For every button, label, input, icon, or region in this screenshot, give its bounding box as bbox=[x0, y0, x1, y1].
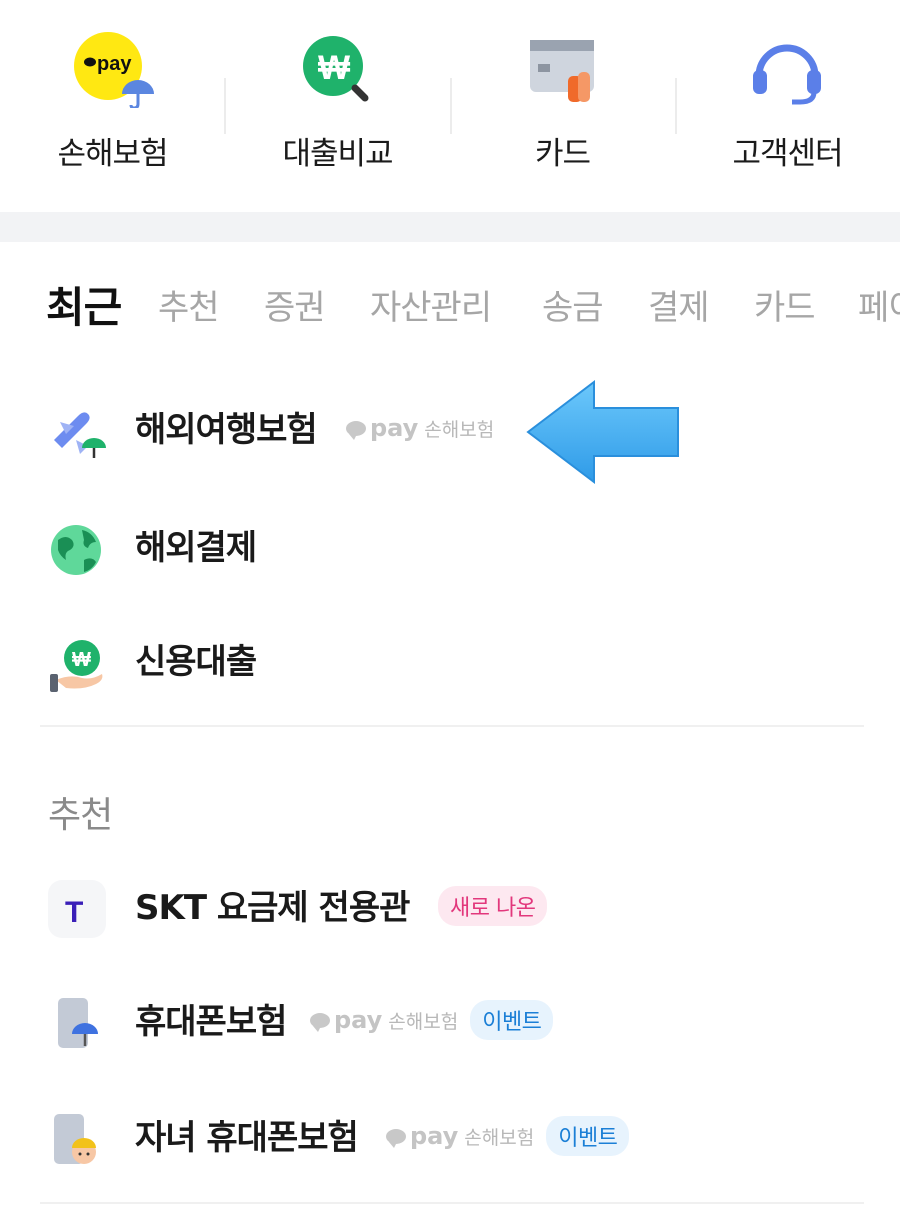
won-search-icon: ₩ bbox=[303, 36, 369, 102]
quick-label: 고객센터 bbox=[732, 136, 843, 172]
quick-label: 카드 bbox=[534, 136, 591, 172]
phone-umbrella-icon bbox=[58, 998, 98, 1048]
svg-text:₩: ₩ bbox=[72, 649, 91, 671]
quick-item-customer-center[interactable]: 고객센터 bbox=[675, 0, 900, 212]
divider bbox=[40, 725, 864, 727]
tab-pay[interactable]: 페이 bbox=[858, 280, 900, 329]
badge-event: 이벤트 bbox=[470, 1000, 554, 1040]
tab-recommend[interactable]: 추천 bbox=[158, 280, 220, 329]
headset-icon bbox=[753, 44, 821, 105]
item-title: SKT 요금제 전용관 bbox=[135, 888, 410, 928]
svg-text:₩: ₩ bbox=[318, 49, 351, 87]
quick-item-loan-compare[interactable]: ₩ 대출비교 bbox=[225, 0, 450, 212]
list-item-skt-plan[interactable]: T SKT 요금제 전용관 새로 나온 bbox=[0, 872, 900, 942]
list-item-credit-loan[interactable]: ₩ 신용대출 bbox=[0, 626, 900, 696]
item-title: 해외여행보험 bbox=[135, 410, 318, 450]
quick-item-card[interactable]: 카드 bbox=[450, 0, 675, 212]
airplane-umbrella-icon bbox=[54, 412, 106, 458]
all-menu-page: pay 손해보험 ₩ 대출비교 카드 고객센터 최근 추천 증권 자산관리 송금… bbox=[0, 0, 900, 1222]
speech-bubble-icon bbox=[310, 1012, 330, 1032]
hand-won-coin-icon: ₩ bbox=[50, 640, 103, 692]
arrow-left-icon bbox=[526, 380, 679, 484]
quick-label: 대출비교 bbox=[282, 136, 393, 172]
tab-payment[interactable]: 결제 bbox=[648, 280, 710, 329]
badge-wrap: 새로 나온 bbox=[426, 886, 548, 926]
list-item-travel-insurance[interactable]: 해외여행보험 pay 손해보험 bbox=[0, 394, 900, 464]
pay-sub: 손해보험 bbox=[424, 418, 495, 441]
section-title-recommend: 추천 bbox=[48, 795, 113, 836]
tab-recent[interactable]: 최근 bbox=[46, 280, 122, 335]
quick-label: 손해보험 bbox=[57, 136, 168, 172]
quick-item-insurance[interactable]: pay 손해보험 bbox=[0, 0, 225, 212]
speech-bubble-icon bbox=[346, 420, 366, 440]
divider bbox=[450, 78, 452, 134]
tab-securities[interactable]: 증권 bbox=[264, 280, 326, 329]
pay-tag: pay 손해보험 이벤트 bbox=[386, 1116, 630, 1156]
pay-tag: pay 손해보험 이벤트 bbox=[310, 1000, 554, 1040]
section-separator bbox=[0, 212, 900, 242]
svg-text:T: T bbox=[65, 896, 83, 929]
tab-card[interactable]: 카드 bbox=[754, 280, 816, 329]
tab-transfer[interactable]: 송금 bbox=[542, 280, 604, 329]
globe-icon bbox=[51, 525, 101, 575]
pay-sub: 손해보험 bbox=[464, 1126, 535, 1149]
phone-kid-icon bbox=[54, 1114, 96, 1164]
pay-tag: pay 손해보험 bbox=[346, 414, 494, 442]
badge-event: 이벤트 bbox=[546, 1116, 630, 1156]
card-icon bbox=[530, 40, 594, 102]
kakaopay-insurance-icon: pay bbox=[74, 32, 154, 108]
divider bbox=[224, 78, 226, 134]
divider bbox=[675, 78, 677, 134]
svg-text:pay: pay bbox=[97, 53, 132, 75]
category-tabs: 최근 추천 증권 자산관리 송금 결제 카드 페이 bbox=[0, 280, 900, 344]
list-item-phone-insurance[interactable]: 휴대폰보험 pay 손해보험 이벤트 bbox=[0, 986, 900, 1056]
list-item-kids-phone-insurance[interactable]: 자녀 휴대폰보험 pay 손해보험 이벤트 bbox=[0, 1102, 900, 1172]
item-title: 휴대폰보험 bbox=[135, 1002, 287, 1042]
pay-sub: 손해보험 bbox=[388, 1010, 459, 1033]
skt-logo-icon: T bbox=[48, 880, 106, 938]
badge-new: 새로 나온 bbox=[438, 886, 548, 926]
item-title: 해외결제 bbox=[135, 528, 257, 568]
tab-asset-management[interactable]: 자산관리 bbox=[370, 280, 492, 329]
quick-menu: pay 손해보험 ₩ 대출비교 카드 고객센터 bbox=[0, 0, 900, 212]
divider bbox=[40, 1202, 864, 1204]
pay-logo: pay bbox=[370, 414, 419, 442]
speech-bubble-icon bbox=[386, 1128, 406, 1148]
list-item-overseas-payment[interactable]: 해외결제 bbox=[0, 512, 900, 582]
item-title: 신용대출 bbox=[135, 642, 257, 682]
pay-logo: pay bbox=[410, 1122, 459, 1150]
item-title: 자녀 휴대폰보험 bbox=[135, 1118, 359, 1158]
pay-logo: pay bbox=[334, 1006, 383, 1034]
